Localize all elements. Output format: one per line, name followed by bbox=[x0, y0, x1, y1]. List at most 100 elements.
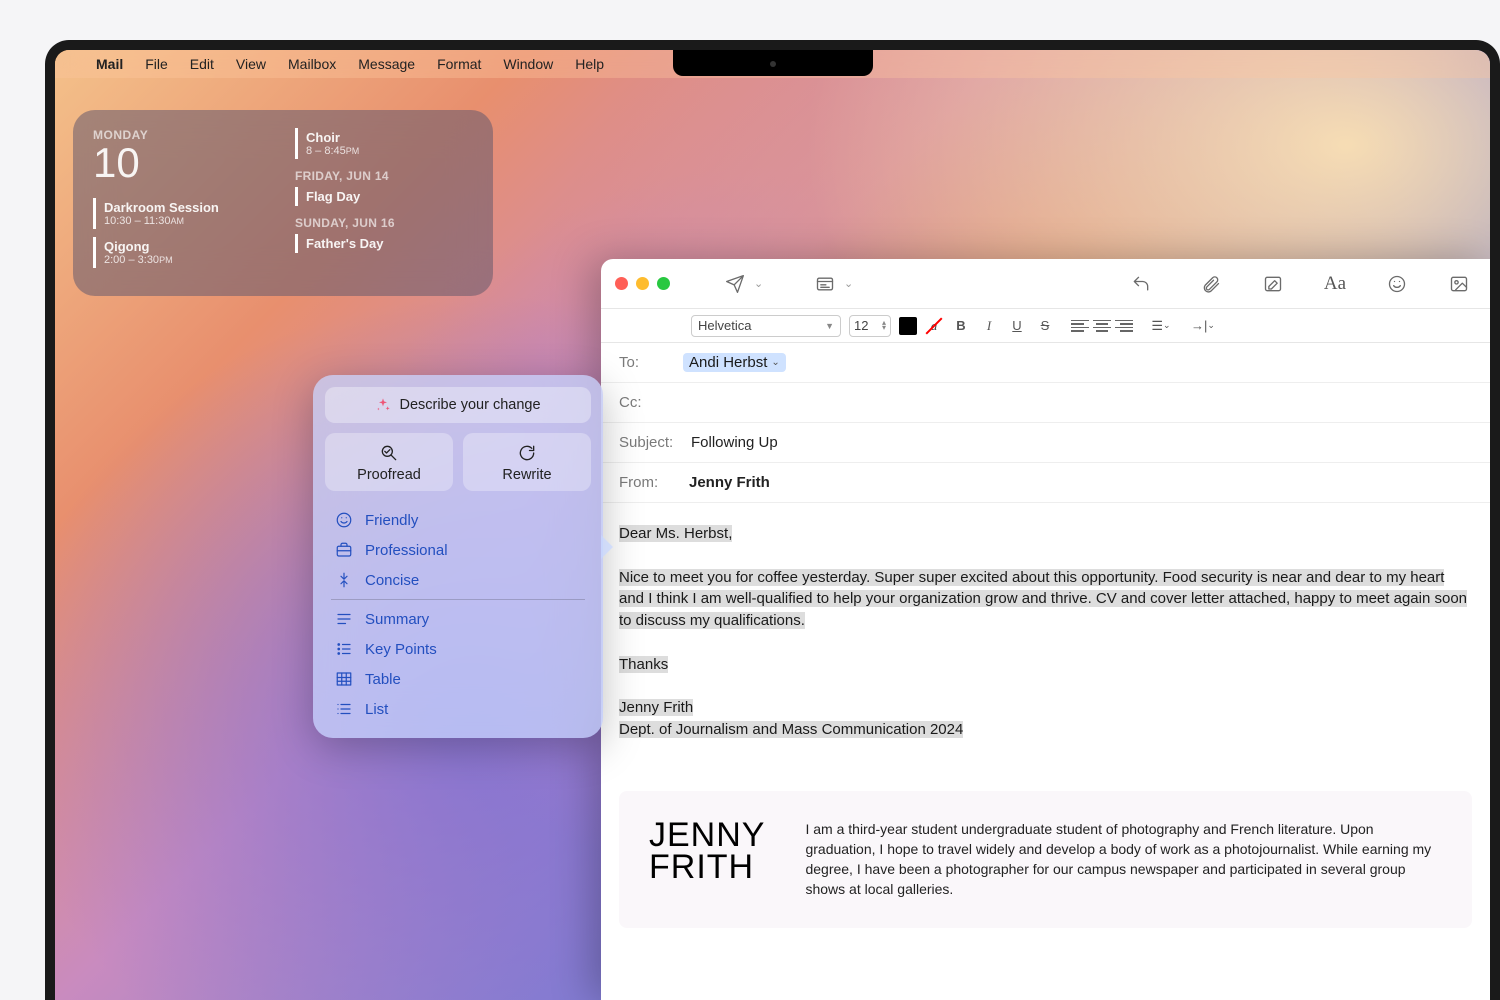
send-button[interactable] bbox=[718, 270, 752, 298]
tone-friendly[interactable]: Friendly bbox=[329, 505, 587, 535]
zoom-window-button[interactable] bbox=[657, 277, 670, 290]
font-family-value: Helvetica bbox=[698, 318, 751, 333]
emoji-button[interactable] bbox=[1380, 270, 1414, 298]
proofread-label: Proofread bbox=[357, 467, 421, 483]
menu-view[interactable]: View bbox=[225, 56, 277, 72]
writing-tools-panel: Describe your change Proofread Rewrite F… bbox=[313, 375, 603, 738]
menu-edit[interactable]: Edit bbox=[179, 56, 225, 72]
menu-message[interactable]: Message bbox=[347, 56, 426, 72]
reply-button[interactable] bbox=[1124, 270, 1158, 298]
minimize-window-button[interactable] bbox=[636, 277, 649, 290]
tone-concise[interactable]: Concise bbox=[329, 565, 587, 595]
header-options-chevron[interactable]: ⌄ bbox=[844, 277, 858, 290]
signature-bio: I am a third-year student undergraduate … bbox=[805, 819, 1442, 900]
format-button[interactable]: Aa bbox=[1318, 270, 1352, 298]
subject-row[interactable]: Subject: Following Up bbox=[601, 423, 1490, 463]
transform-table[interactable]: Table bbox=[329, 664, 587, 694]
body-greeting: Dear Ms. Herbst, bbox=[619, 525, 732, 542]
calendar-date-header: FRIDAY, JUN 14 bbox=[295, 169, 473, 183]
menu-mailbox[interactable]: Mailbox bbox=[277, 56, 347, 72]
text-color-swatch[interactable] bbox=[899, 317, 917, 335]
body-thanks: Thanks bbox=[619, 656, 668, 673]
close-window-button[interactable] bbox=[615, 277, 628, 290]
from-value: Jenny Frith bbox=[689, 474, 770, 491]
attach-button[interactable] bbox=[1194, 270, 1228, 298]
separator bbox=[331, 599, 585, 600]
event-title: Choir bbox=[306, 130, 473, 145]
text-color-none[interactable]: a bbox=[925, 317, 943, 335]
transform-keypoints[interactable]: Key Points bbox=[329, 634, 587, 664]
list-icon bbox=[335, 700, 353, 718]
align-left-button[interactable] bbox=[1071, 320, 1089, 332]
calendar-event[interactable]: Flag Day bbox=[295, 187, 473, 206]
mail-headers: To: Andi Herbst⌄ Cc: Subject: Following … bbox=[601, 343, 1490, 503]
menu-file[interactable]: File bbox=[134, 56, 179, 72]
calendar-widget[interactable]: MONDAY 10 Darkroom Session 10:30 – 11:30… bbox=[73, 110, 493, 296]
proofread-button[interactable]: Proofread bbox=[325, 433, 453, 491]
from-label: From: bbox=[619, 474, 683, 491]
calendar-event[interactable]: Father's Day bbox=[295, 234, 473, 253]
window-controls bbox=[615, 277, 670, 290]
tone-professional[interactable]: Professional bbox=[329, 535, 587, 565]
calendar-event[interactable]: Qigong 2:00 – 3:30PM bbox=[93, 237, 271, 268]
rewrite-icon bbox=[517, 443, 537, 463]
list-button[interactable]: ☰ ⌄ bbox=[1151, 316, 1171, 336]
sparkle-icon bbox=[375, 397, 391, 413]
table-icon bbox=[335, 670, 353, 688]
italic-button[interactable]: I bbox=[979, 316, 999, 336]
underline-button[interactable]: U bbox=[1007, 316, 1027, 336]
event-title: Qigong bbox=[104, 239, 271, 254]
body-paragraph: Nice to meet you for coffee yesterday. S… bbox=[619, 569, 1467, 630]
signature-card: JENNY FRITH I am a third-year student un… bbox=[619, 791, 1472, 928]
transform-label: Table bbox=[365, 671, 401, 688]
markup-button[interactable] bbox=[1256, 270, 1290, 298]
align-right-button[interactable] bbox=[1115, 320, 1133, 332]
strikethrough-button[interactable]: S bbox=[1035, 316, 1055, 336]
bullets-icon bbox=[335, 640, 353, 658]
calendar-event[interactable]: Choir 8 – 8:45PM bbox=[295, 128, 473, 159]
menu-format[interactable]: Format bbox=[426, 56, 492, 72]
mail-body[interactable]: Dear Ms. Herbst, Nice to meet you for co… bbox=[601, 503, 1490, 761]
transform-list[interactable]: List bbox=[329, 694, 587, 724]
from-row[interactable]: From: Jenny Frith bbox=[601, 463, 1490, 503]
indent-button[interactable]: →| ⌄ bbox=[1193, 316, 1213, 336]
font-family-select[interactable]: Helvetica▼ bbox=[691, 315, 841, 337]
photo-browser-button[interactable] bbox=[1442, 270, 1476, 298]
to-row[interactable]: To: Andi Herbst⌄ bbox=[601, 343, 1490, 383]
calendar-date-header: SUNDAY, JUN 16 bbox=[295, 216, 473, 230]
font-size-select[interactable]: 12▴▾ bbox=[849, 315, 891, 337]
rewrite-label: Rewrite bbox=[502, 467, 551, 483]
smile-icon bbox=[335, 511, 353, 529]
bold-button[interactable]: B bbox=[951, 316, 971, 336]
tone-label: Friendly bbox=[365, 512, 418, 529]
describe-change-button[interactable]: Describe your change bbox=[325, 387, 591, 423]
mail-compose-window: ⌄ ⌄ Aa Helvetica▼ 12▴▾ bbox=[601, 259, 1490, 1000]
transform-label: Summary bbox=[365, 611, 429, 628]
send-options-chevron[interactable]: ⌄ bbox=[754, 277, 768, 290]
cc-row[interactable]: Cc: bbox=[601, 383, 1490, 423]
mail-toolbar: ⌄ ⌄ Aa bbox=[601, 259, 1490, 309]
calendar-event[interactable]: Darkroom Session 10:30 – 11:30AM bbox=[93, 198, 271, 229]
event-title: Flag Day bbox=[306, 189, 473, 204]
recipient-chip[interactable]: Andi Herbst ⌄ bbox=[683, 353, 786, 372]
event-time: 2:00 – 3:30PM bbox=[104, 254, 271, 266]
menu-app-name[interactable]: Mail bbox=[85, 56, 134, 72]
format-bar: Helvetica▼ 12▴▾ a B I U S ☰ ⌄ →| ⌄ bbox=[601, 309, 1490, 343]
transform-summary[interactable]: Summary bbox=[329, 604, 587, 634]
event-time: 8 – 8:45PM bbox=[306, 145, 473, 157]
menu-window[interactable]: Window bbox=[492, 56, 564, 72]
subject-value: Following Up bbox=[691, 434, 778, 451]
align-center-button[interactable] bbox=[1093, 320, 1111, 332]
summary-icon bbox=[335, 610, 353, 628]
chevron-down-icon[interactable]: ⌄ bbox=[771, 357, 779, 368]
event-title: Father's Day bbox=[306, 236, 473, 251]
header-fields-button[interactable] bbox=[808, 270, 842, 298]
calendar-day-label: MONDAY bbox=[93, 128, 271, 142]
menu-help[interactable]: Help bbox=[564, 56, 615, 72]
transform-label: Key Points bbox=[365, 641, 437, 658]
subject-label: Subject: bbox=[619, 434, 691, 451]
screen: Mail File Edit View Mailbox Message Form… bbox=[55, 50, 1490, 1000]
recipient-name: Andi Herbst bbox=[689, 354, 767, 371]
display-notch bbox=[673, 50, 873, 76]
rewrite-button[interactable]: Rewrite bbox=[463, 433, 591, 491]
